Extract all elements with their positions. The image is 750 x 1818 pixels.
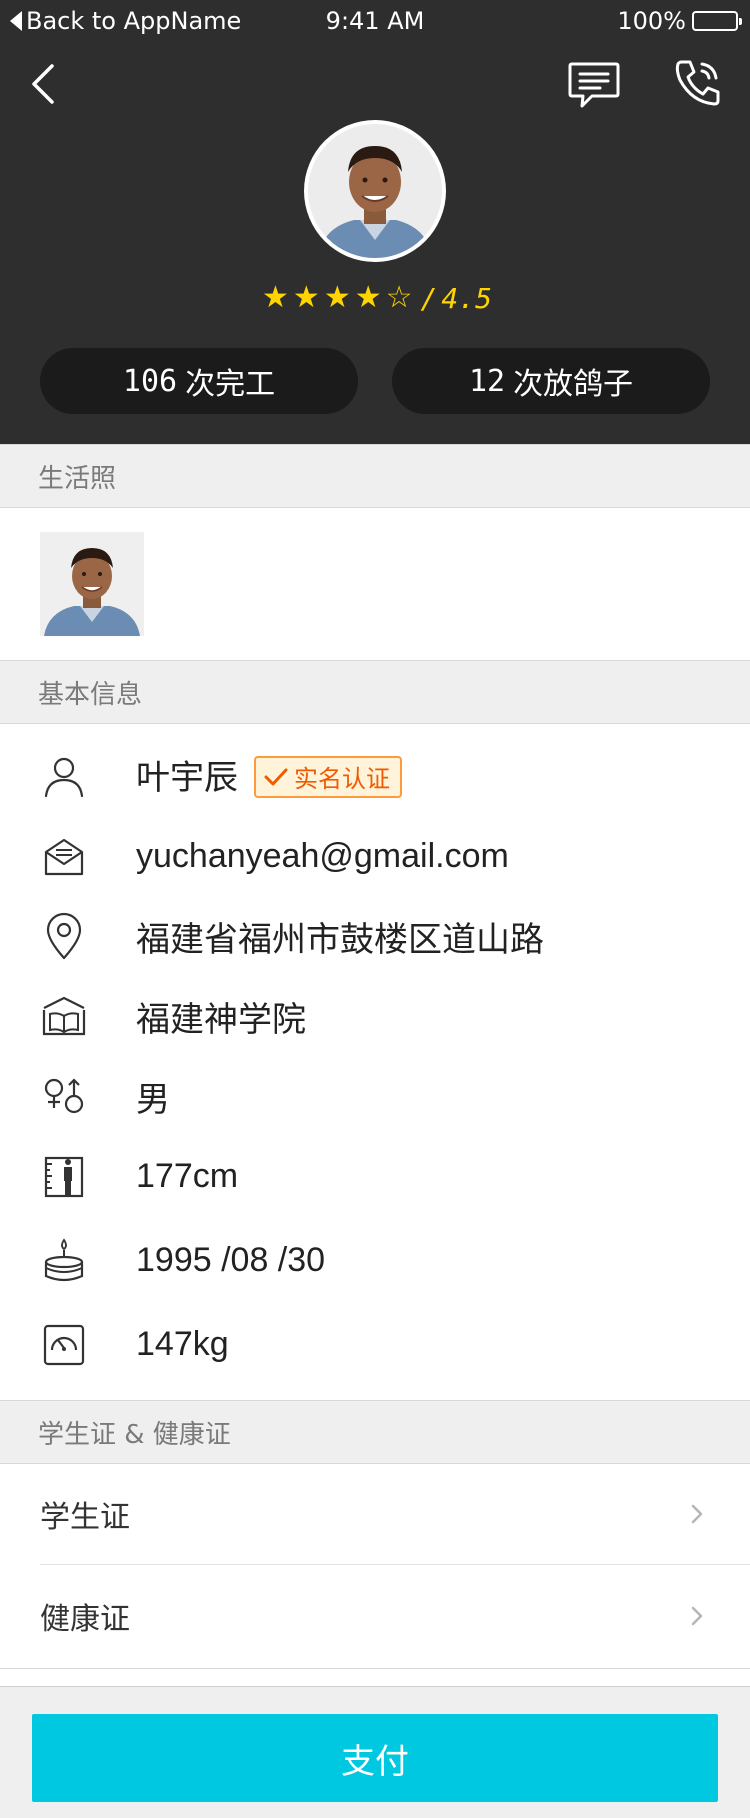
school-value: 福建神学院: [136, 1000, 306, 1039]
star-empty-icon: ☆: [385, 280, 413, 315]
verified-label: 实名认证: [294, 766, 390, 793]
profile-header: Back to AppName 9:41 AM 100% ★ ★ ★ ★ ☆ /…: [0, 0, 750, 444]
life-photo-thumbnail[interactable]: [40, 532, 144, 636]
avatar-photo: [308, 124, 442, 258]
section-basic-info: 基本信息: [0, 660, 750, 724]
star-filled-icon: ★: [354, 280, 382, 315]
footer-bar: 支付: [0, 1686, 750, 1818]
info-row-gender: 男: [0, 1056, 750, 1136]
battery-icon: [692, 11, 742, 31]
height-value: 177cm: [136, 1156, 239, 1195]
no-show-label: 次放鸽子: [513, 367, 634, 402]
no-show-badge: 12 次放鸽子: [392, 348, 710, 414]
email-value: yuchanyeah@gmail.com: [136, 836, 509, 875]
battery-percent: 100%: [617, 7, 686, 35]
weight-scale-icon: [43, 1324, 85, 1366]
student-card-label: 学生证: [40, 1500, 130, 1535]
section-certificates: 学生证 & 健康证: [0, 1400, 750, 1464]
rating-slash: /: [420, 281, 438, 315]
pay-button[interactable]: 支付: [32, 1714, 718, 1802]
weight-value: 147kg: [136, 1324, 229, 1363]
completed-label: 次完工: [185, 367, 276, 402]
info-row-birthday: 1995 /08 /30: [0, 1220, 750, 1300]
person-icon: [44, 757, 84, 798]
list-bottom-border: [0, 1668, 750, 1669]
chevron-left-icon[interactable]: [26, 60, 66, 108]
battery-indicator: 100%: [617, 7, 742, 35]
envelope-icon: [44, 838, 84, 876]
rating-score: 4.5: [441, 281, 492, 315]
address-value: 福建省福州市鼓楼区道山路: [136, 920, 544, 959]
star-filled-icon: ★: [262, 280, 289, 315]
info-row-school: 福建神学院: [0, 976, 750, 1056]
rating: ★ ★ ★ ★ ☆ / 4.5: [262, 278, 492, 318]
info-row-weight: 147kg: [0, 1304, 750, 1384]
height-ruler-icon: [44, 1156, 84, 1198]
info-row-name: 叶宇辰 实名认证: [0, 736, 750, 816]
chevron-right-icon: [691, 1606, 703, 1626]
completed-jobs-badge: 106 次完工: [40, 348, 358, 414]
status-bar: Back to AppName 9:41 AM 100%: [0, 0, 750, 44]
gender-icon: [44, 1078, 84, 1114]
location-pin-icon: [46, 912, 82, 960]
star-filled-icon: ★: [323, 280, 351, 315]
info-row-height: 177cm: [0, 1136, 750, 1216]
health-card-row[interactable]: 健康证: [0, 1564, 750, 1668]
health-card-label: 健康证: [40, 1602, 130, 1637]
name-value: 叶宇辰 实名认证: [136, 750, 402, 801]
check-icon: [264, 768, 288, 785]
gender-value: 男: [136, 1080, 170, 1119]
student-card-row[interactable]: 学生证: [0, 1462, 750, 1566]
section-life-photos: 生活照: [0, 444, 750, 508]
no-show-count: 12: [468, 363, 506, 399]
birthday-value: 1995 /08 /30: [136, 1240, 326, 1279]
verified-badge: 实名认证: [254, 755, 402, 798]
avatar[interactable]: [304, 120, 446, 262]
user-name: 叶宇辰: [136, 759, 238, 798]
chat-bubble-icon[interactable]: [566, 58, 622, 112]
school-book-icon: [42, 996, 86, 1036]
chevron-right-icon: [691, 1504, 703, 1524]
birthday-cake-icon: [44, 1238, 84, 1282]
phone-icon[interactable]: [672, 56, 724, 110]
info-row-email: yuchanyeah@gmail.com: [0, 816, 750, 896]
completed-count: 106: [122, 363, 178, 399]
star-filled-icon: ★: [292, 280, 320, 315]
info-row-address: 福建省福州市鼓楼区道山路: [0, 896, 750, 976]
